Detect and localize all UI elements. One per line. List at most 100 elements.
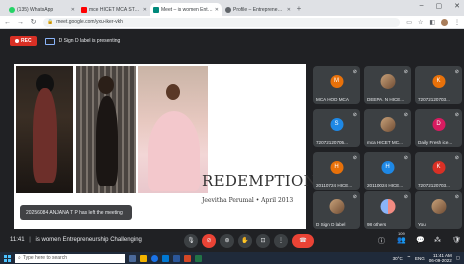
participant-avatar: S (330, 118, 343, 131)
address-bar[interactable]: 🔒 meet.google.com/yxu-iker-vkh (43, 17, 401, 27)
participant-name: mca HICET MC... (367, 140, 403, 145)
activities-icon[interactable]: ⁂ (434, 236, 441, 244)
close-icon[interactable]: ✕ (215, 7, 219, 13)
participant-tile[interactable]: ⊘ You (415, 191, 462, 229)
participant-tile[interactable]: S ⊘ 72072120705... (313, 109, 360, 147)
host-controls-icon[interactable]: 🛡 (452, 236, 461, 244)
mic-muted-icon: ⊘ (454, 194, 459, 200)
browser-toolbar: ← → ↻ 🔒 meet.google.com/yxu-iker-vkh ▭ ☆… (0, 16, 464, 29)
weather-text: 30°C (392, 255, 403, 261)
clock[interactable]: 11:41 AM 06-09-2022 (429, 253, 452, 263)
camera-permission-icon[interactable]: ▭ (406, 19, 412, 26)
tab-youtube-live[interactable]: mce HICET MCA STAFF Live Stre... ✕ (78, 3, 150, 16)
menu-icon[interactable]: ⋮ (454, 19, 460, 26)
bookmark-star-icon[interactable]: ☆ (418, 19, 423, 26)
figure-body (33, 88, 57, 183)
participant-tile[interactable]: ⊘ mca HICET MC... (364, 109, 411, 147)
participant-tile[interactable]: H ⊘ 20110724 HICE... (313, 152, 360, 190)
camera-button[interactable]: ⊘ (202, 234, 216, 248)
figure-head (166, 84, 180, 100)
figure-body (96, 96, 118, 186)
participant-tile[interactable]: ⊘ DEEPA. N HICE... (364, 66, 411, 104)
participant-tile[interactable]: M ⊘ MCA HOD MCA (313, 66, 360, 104)
participant-name: 72072120705... (316, 140, 348, 145)
participant-tile[interactable]: ⊘ 98 others (364, 191, 411, 229)
tab-profile[interactable]: Profile – Entrepreneurship – rec... ✕ (222, 3, 294, 16)
mic-muted-icon: ⊘ (352, 112, 357, 118)
others-avatars (380, 199, 395, 214)
participant-tile[interactable]: ⊘ D Sign D label (313, 191, 360, 229)
mic-button[interactable]: 🎙 (184, 234, 198, 248)
word-icon[interactable] (173, 254, 180, 262)
presenting-indicator: D Sign D label is presenting (44, 37, 120, 45)
participant-avatar: K (432, 161, 445, 174)
recording-badge[interactable]: REC (10, 36, 37, 46)
lang-text: ENG (414, 255, 425, 261)
participant-name: MCA HOD MCA (316, 97, 349, 102)
leave-call-button[interactable]: ☎ (292, 234, 314, 248)
notification-icon[interactable]: ▢ (456, 255, 460, 261)
task-view-icon[interactable] (129, 254, 136, 262)
participant-name: 72072120703... (418, 183, 450, 188)
captions-button[interactable]: ⊛ (220, 234, 234, 248)
chrome-icon[interactable] (151, 254, 158, 262)
participant-tile[interactable]: K ⊘ 72072120703... (415, 152, 462, 190)
whatsapp-icon (9, 6, 15, 13)
reload-icon[interactable]: ↻ (30, 18, 37, 26)
taskbar-search[interactable]: ⌕ Type here to search (15, 253, 125, 263)
mic-muted-icon: ⊘ (403, 155, 408, 161)
minimize-icon[interactable]: – (420, 2, 424, 10)
mic-muted-icon: ⊘ (454, 69, 459, 75)
camera-off-icon: ⊘ (206, 238, 212, 244)
participant-avatar: M (330, 75, 343, 88)
chat-icon[interactable]: 💬 (416, 236, 425, 244)
system-tray: 30°C ⌔ ENG 11:41 AM 06-09-2022 ▢ (393, 253, 460, 263)
info-icon[interactable]: ⓘ (378, 236, 385, 246)
raise-hand-button[interactable]: ✋ (238, 234, 252, 248)
wifi-icon[interactable]: ⌔ (407, 255, 411, 261)
file-explorer-icon[interactable] (140, 254, 147, 262)
slide-photo-3 (138, 66, 208, 193)
participant-avatar: H (381, 161, 394, 174)
participant-left-toast: 20256084 ANJANA T P has left the meeting (20, 205, 132, 220)
tab-label: Profile – Entrepreneurship – rec... (233, 6, 285, 13)
windows-start-icon[interactable] (4, 254, 11, 262)
mic-muted-icon: ⊘ (403, 112, 408, 118)
hangup-icon: ☎ (299, 238, 307, 244)
close-icon[interactable]: ✕ (143, 7, 147, 13)
present-screen-icon (44, 37, 55, 45)
participant-tile[interactable]: K ⊘ 72072120703... (415, 66, 462, 104)
powerpoint-icon[interactable] (184, 254, 191, 262)
tab-whatsapp[interactable]: (135) WhatsApp ✕ (6, 3, 78, 16)
tab-label: (135) WhatsApp (17, 6, 54, 13)
lock-icon: 🔒 (47, 19, 54, 25)
mic-muted-icon: ⊘ (403, 194, 408, 200)
tab-meet[interactable]: Meet – is women Entrepren... ✕ (150, 3, 222, 16)
slide-photo-2 (76, 66, 136, 193)
tab-label: mce HICET MCA STAFF Live Stre... (89, 6, 141, 13)
toolbar-actions: ▭ ☆ ◧ ⋮ (406, 18, 460, 26)
present-button[interactable]: ⊡ (256, 234, 270, 248)
people-icon[interactable]: 👥 (397, 236, 406, 244)
new-tab-button[interactable]: + (294, 3, 304, 16)
figure-gown (148, 111, 200, 191)
profile-avatar[interactable] (441, 18, 448, 26)
participant-name: 72072120703... (418, 97, 450, 102)
extensions-icon[interactable]: ◧ (429, 19, 435, 26)
edge-icon[interactable] (162, 254, 169, 262)
tab-label: Meet – is women Entrepren... (161, 6, 213, 13)
maximize-icon[interactable]: ▢ (436, 2, 443, 10)
participant-tile[interactable]: H ⊘ 20110024 HICE... (364, 152, 411, 190)
excel-icon[interactable] (195, 254, 202, 262)
more-options-button[interactable]: ⋮ (274, 234, 288, 248)
back-icon[interactable]: ← (4, 19, 11, 26)
forward-icon[interactable]: → (17, 19, 24, 26)
close-icon[interactable]: ✕ (71, 7, 75, 13)
participant-name: D Sign D label (316, 222, 346, 227)
participant-name: You (418, 222, 426, 227)
participant-tile[interactable]: D ⊘ Daily Fresh ice... (415, 109, 462, 147)
clock-date: 06-09-2022 (428, 258, 452, 263)
window-close-icon[interactable]: ✕ (454, 2, 460, 10)
close-icon[interactable]: ✕ (287, 7, 291, 13)
mic-muted-icon: ⊘ (454, 112, 459, 118)
